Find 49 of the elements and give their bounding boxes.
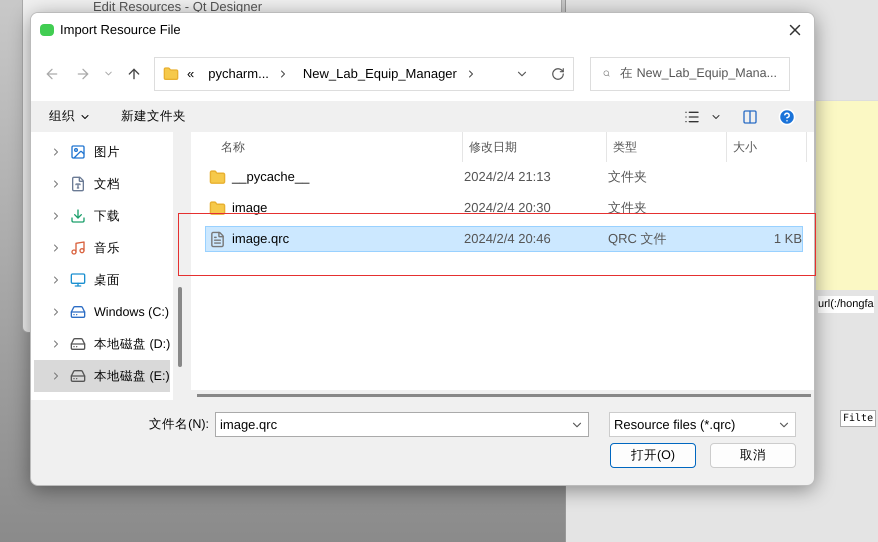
sidebar-item[interactable]: 本地磁盘 (D:): [34, 328, 170, 360]
drive-icon: [70, 368, 86, 384]
help-icon[interactable]: [778, 108, 796, 126]
drive-icon: [70, 304, 86, 320]
organize-button[interactable]: 组织: [49, 107, 91, 126]
desktop-icon: [70, 272, 86, 288]
folder-icon: [209, 200, 226, 216]
sidebar-item[interactable]: Windows (C:): [34, 296, 170, 328]
document-icon: [70, 176, 86, 192]
sidebar-item[interactable]: 本地磁盘 (E:): [34, 360, 170, 392]
filename-field[interactable]: image.qrc: [215, 412, 589, 437]
filter-field: Filte: [840, 410, 876, 427]
property-value: url(:/hongfa: [818, 296, 874, 312]
breadcrumb-item[interactable]: New_Lab_Equip_Manager: [302, 64, 457, 84]
music-icon: [70, 240, 86, 256]
download-icon: [70, 208, 86, 224]
filename-label: 文件名(N):: [149, 416, 209, 434]
forward-icon[interactable]: [75, 66, 91, 82]
view-icon[interactable]: [684, 108, 700, 124]
folder-icon: [209, 168, 226, 186]
dialog-button[interactable]: 取消: [710, 443, 796, 468]
picture-icon: [70, 144, 86, 160]
sidebar-item[interactable]: 桌面: [34, 264, 170, 296]
back-icon[interactable]: [44, 66, 60, 82]
column-header[interactable]: 修改日期: [463, 132, 607, 162]
column-header[interactable]: 类型: [607, 132, 727, 162]
drive-icon: [70, 336, 86, 352]
file-icon: [209, 230, 226, 248]
column-header[interactable]: 名称: [191, 132, 463, 162]
sidebar-item[interactable]: 文档: [34, 168, 170, 200]
preview-pane-icon[interactable]: [742, 108, 758, 124]
search-placeholder: 在 New_Lab_Equip_Mana...: [620, 65, 777, 82]
search-field[interactable]: 在 New_Lab_Equip_Mana...: [590, 56, 790, 90]
file-type-dropdown[interactable]: Resource files (*.qrc): [609, 412, 796, 437]
up-icon[interactable]: [126, 66, 142, 82]
sidebar-item[interactable]: 下载: [34, 200, 170, 232]
column-header[interactable]: 大小: [727, 132, 807, 162]
breadcrumb-item[interactable]: pycharm...: [208, 64, 269, 84]
new-folder-button[interactable]: 新建文件夹: [121, 107, 186, 126]
sidebar-item[interactable]: 图片: [34, 136, 170, 168]
overflow-marker: «: [187, 64, 194, 83]
file-row[interactable]: image.qrc 2024/2/4 20:46 QRC 文件 1 KB: [205, 226, 803, 252]
sidebar-item[interactable]: 音乐: [34, 232, 170, 264]
dialog-button[interactable]: 打开(O): [610, 443, 696, 468]
folder-icon: [163, 66, 179, 82]
dialog-title: Import Resource File: [60, 20, 181, 39]
address-bar[interactable]: « pycharm... New_Lab_Equip_Manager: [154, 56, 574, 90]
refresh-icon[interactable]: [551, 66, 565, 80]
file-row[interactable]: __pycache__ 2024/2/4 21:13 文件夹: [205, 164, 803, 190]
